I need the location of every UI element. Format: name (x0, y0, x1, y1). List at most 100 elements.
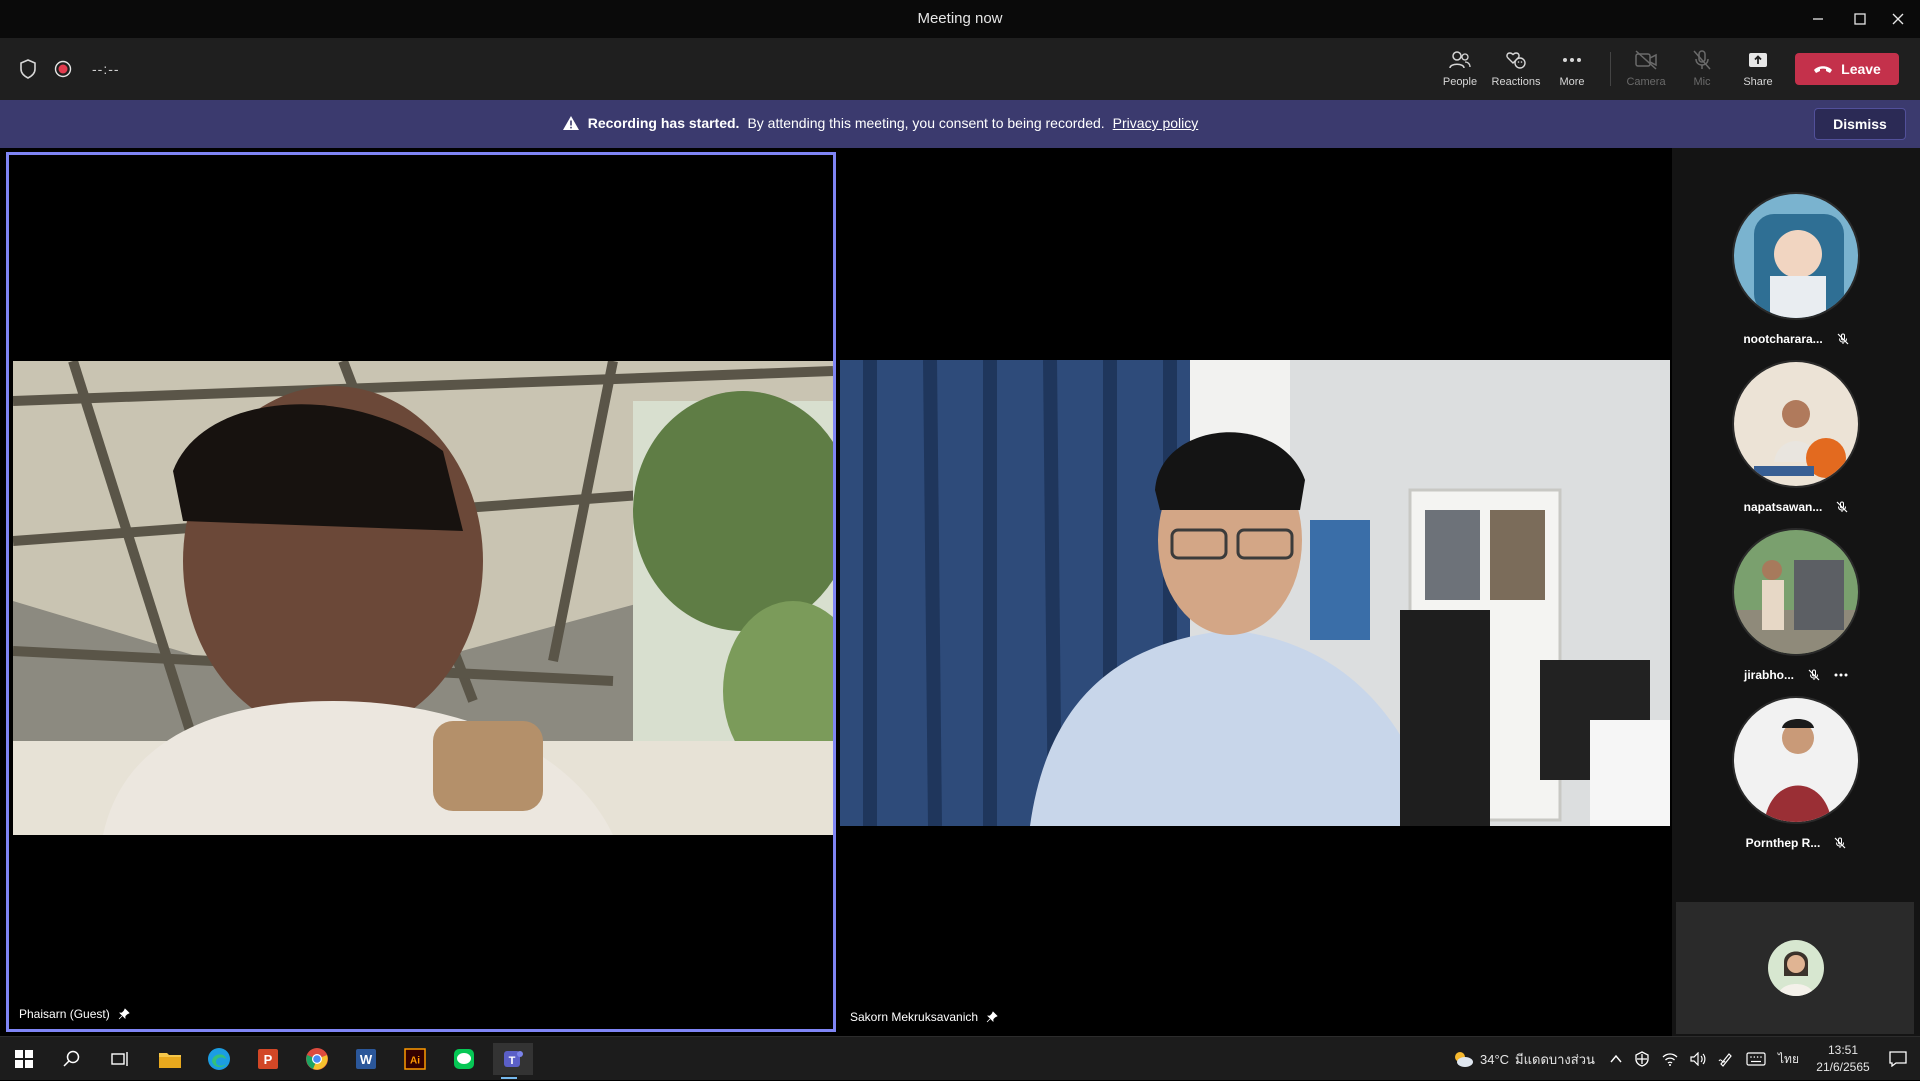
avatar (1732, 192, 1860, 320)
window-title: Meeting now (917, 10, 1003, 27)
avatar (1732, 528, 1860, 656)
taskbar-chrome[interactable] (301, 1043, 333, 1075)
participant-name: Phaisarn (Guest) (19, 1007, 110, 1021)
mic-button[interactable]: Mic (1674, 48, 1730, 94)
svg-text:T: T (509, 1055, 516, 1067)
participant-video (840, 360, 1670, 826)
partly-sunny-icon (1455, 1052, 1473, 1067)
close-window-button[interactable] (1878, 0, 1918, 38)
teams-icon: T (504, 1051, 523, 1067)
start-button[interactable] (8, 1043, 40, 1075)
pen-icon[interactable] (1718, 1051, 1734, 1067)
reactions-label: Reactions (1491, 76, 1541, 88)
participant-name: Sakorn Mekruksavanich (850, 1010, 979, 1024)
more-options-icon[interactable] (1834, 673, 1848, 677)
minimize-icon (1813, 18, 1823, 20)
shield-icon[interactable] (18, 58, 38, 80)
clock-time: 13:51 (1827, 1043, 1859, 1057)
taskbar-clock[interactable]: 13:51 21/6/2565 (1808, 1042, 1878, 1076)
avatar (1732, 360, 1860, 488)
security-tray-icon[interactable] (1634, 1051, 1650, 1067)
weather-text: มีแดดบางส่วน (1515, 1051, 1595, 1067)
participant-tile-napatsawan[interactable]: napatsawan... (1672, 360, 1920, 520)
avatar (1732, 696, 1860, 824)
reactions-icon (1506, 52, 1526, 69)
reactions-button[interactable]: Reactions (1488, 48, 1544, 94)
minimize-button[interactable] (1798, 0, 1838, 38)
maximize-button[interactable] (1840, 0, 1880, 38)
task-view-icon (111, 1052, 128, 1066)
privacy-policy-link[interactable]: Privacy policy (1113, 115, 1199, 131)
system-tray: ไทย (1610, 1037, 1799, 1081)
self-avatar (1768, 940, 1824, 996)
taskbar-teams[interactable]: T (493, 1043, 533, 1079)
window-titlebar: Meeting now (0, 0, 1920, 38)
weather-widget[interactable]: 34°C มีแดดบางส่วน (1452, 1037, 1595, 1081)
participant-name: napatsawan... (1743, 500, 1823, 514)
word-icon: W (356, 1049, 376, 1069)
camera-button[interactable]: Camera (1618, 48, 1674, 94)
participant-tile-nootcharara[interactable]: nootcharara... (1672, 192, 1920, 352)
participant-gallery: nootcharara... napatsawan... jirabho... … (1672, 148, 1920, 1036)
wifi-icon[interactable] (1662, 1052, 1678, 1066)
share-label: Share (1743, 76, 1773, 88)
share-button[interactable]: Share (1730, 48, 1786, 94)
video-tile-phaisarn[interactable]: Phaisarn (Guest) (6, 152, 836, 1032)
clock-date: 21/6/2565 (1816, 1060, 1870, 1074)
taskbar-line[interactable] (448, 1043, 480, 1075)
meeting-timer: --:-- (92, 61, 120, 77)
meeting-toolbar: --:-- People Reactions More Camera Mic S… (0, 38, 1920, 100)
leave-label: Leave (1841, 61, 1881, 77)
video-frame-phaisarn (13, 361, 833, 835)
taskbar-powerpoint[interactable]: P (252, 1043, 284, 1075)
folder-icon (159, 1053, 181, 1068)
self-view[interactable] (1676, 902, 1914, 1034)
mic-muted-icon (1836, 501, 1848, 513)
participant-tile-jirabho[interactable]: jirabho... (1672, 528, 1920, 688)
powerpoint-icon: P (258, 1049, 278, 1069)
participant-name: jirabho... (1743, 668, 1794, 682)
camera-label: Camera (1626, 76, 1666, 88)
svg-text:P: P (264, 1052, 273, 1067)
warning-icon (562, 116, 579, 130)
chrome-icon (306, 1048, 328, 1070)
windows-icon (15, 1050, 33, 1068)
chevron-up-icon[interactable] (1610, 1054, 1622, 1064)
leave-button[interactable]: Leave (1795, 53, 1899, 85)
input-language[interactable]: ไทย (1778, 1050, 1799, 1069)
taskbar-file-explorer[interactable] (154, 1043, 186, 1075)
participant-tile-pornthep[interactable]: Pornthep R... (1672, 696, 1920, 856)
taskbar-word[interactable]: W (350, 1043, 382, 1075)
participant-name: Pornthep R... (1745, 836, 1821, 850)
banner-title: Recording has started. (587, 115, 740, 131)
windows-taskbar: P W Ai T 34°C มีแดดบางส่วน ไทย 13:51 21/… (0, 1036, 1920, 1080)
keyboard-icon[interactable] (1746, 1052, 1766, 1066)
close-icon (1892, 13, 1904, 25)
hang-up-icon (1814, 66, 1833, 73)
more-icon (1563, 58, 1581, 62)
dismiss-button[interactable]: Dismiss (1814, 108, 1906, 140)
weather-temp: 34°C (1480, 1051, 1510, 1067)
video-tile-sakorn[interactable]: Sakorn Mekruksavanich (840, 152, 1670, 1032)
camera-off-icon (1635, 50, 1657, 70)
edge-icon (208, 1048, 230, 1070)
svg-text:Ai: Ai (410, 1056, 420, 1067)
mic-label: Mic (1693, 76, 1711, 88)
toolbar-divider (1610, 52, 1611, 86)
line-app-icon (454, 1049, 474, 1069)
more-label: More (1559, 76, 1585, 88)
notification-center-button[interactable] (1882, 1043, 1914, 1075)
participant-video (13, 361, 833, 835)
task-view-button[interactable] (104, 1043, 136, 1075)
search-button[interactable] (56, 1043, 88, 1075)
share-icon (1749, 53, 1767, 67)
mic-off-icon (1693, 50, 1711, 70)
taskbar-illustrator[interactable]: Ai (399, 1043, 431, 1075)
recording-icon (54, 60, 72, 78)
more-button[interactable]: More (1544, 48, 1600, 94)
pin-icon (986, 1011, 998, 1023)
volume-icon[interactable] (1690, 1052, 1706, 1066)
people-button[interactable]: People (1432, 48, 1488, 94)
taskbar-edge[interactable] (203, 1043, 235, 1075)
people-icon (1449, 51, 1471, 69)
